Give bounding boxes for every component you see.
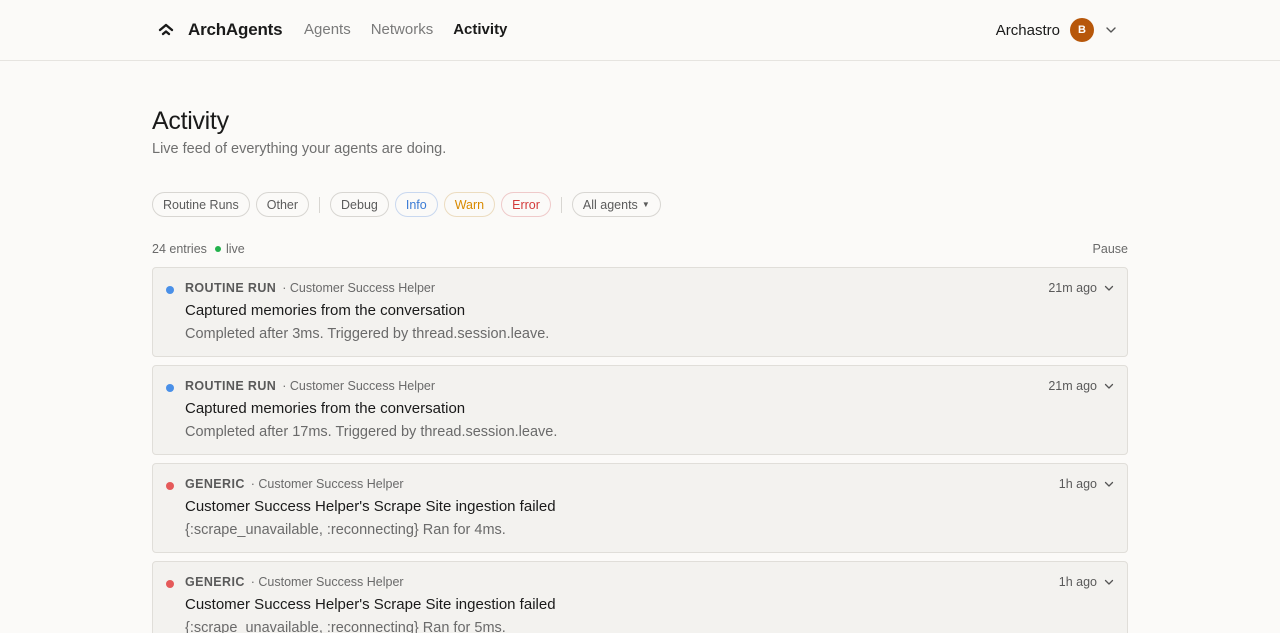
filter-info[interactable]: Info xyxy=(394,192,438,217)
entry-time: 21m ago xyxy=(1048,379,1097,393)
filter-divider xyxy=(319,196,321,213)
chevron-down-icon[interactable] xyxy=(1103,380,1115,392)
entry-title: Customer Success Helper's Scrape Site in… xyxy=(185,498,556,515)
caret-down-icon: ▼ xyxy=(641,200,650,209)
entry-source: · Customer Success Helper xyxy=(250,575,404,589)
entry-kind: ROUTINE RUN xyxy=(185,281,277,295)
activity-entry[interactable]: ROUTINE RUN · Customer Success Helper 21m… xyxy=(152,365,1128,455)
entry-kind-line: ROUTINE RUN · Customer Success Helper xyxy=(185,379,435,393)
entry-kind: GENERIC xyxy=(185,477,245,491)
user-name[interactable]: Archastro xyxy=(996,22,1060,39)
filter-warn[interactable]: Warn xyxy=(443,192,496,217)
live-label: live xyxy=(226,242,245,256)
page-subtitle: Live feed of everything your agents are … xyxy=(152,141,447,157)
entry-kind-line: GENERIC · Customer Success Helper xyxy=(185,477,404,491)
brand-name[interactable]: ArchAgents xyxy=(188,20,283,40)
filter-bar: Routine Runs Other Debug Info Warn Error… xyxy=(152,192,661,217)
status-dot-icon xyxy=(166,286,174,294)
entry-title: Captured memories from the conversation xyxy=(185,302,466,319)
entry-title: Captured memories from the conversation xyxy=(185,400,466,417)
activity-feed: ROUTINE RUN · Customer Success Helper 21m… xyxy=(152,267,1128,633)
status-dot-icon xyxy=(166,580,174,588)
chevron-down-icon[interactable] xyxy=(1103,576,1115,588)
chevron-down-icon[interactable] xyxy=(1103,478,1115,490)
entry-time: 1h ago xyxy=(1058,575,1097,589)
agents-select-label: All agents xyxy=(582,197,638,212)
activity-entry[interactable]: ROUTINE RUN · Customer Success Helper 21m… xyxy=(152,267,1128,357)
nav-networks[interactable]: Networks xyxy=(371,21,434,38)
entry-detail: Completed after 3ms. Triggered by thread… xyxy=(185,326,550,342)
entry-source: · Customer Success Helper xyxy=(250,477,404,491)
entry-kind: GENERIC xyxy=(185,575,245,589)
nav-activity[interactable]: Activity xyxy=(453,21,507,38)
entry-kind: ROUTINE RUN xyxy=(185,379,277,393)
main-nav: Agents Networks Activity xyxy=(304,21,507,38)
status-dot-icon xyxy=(166,384,174,392)
entry-kind-line: GENERIC · Customer Success Helper xyxy=(185,575,404,589)
filter-divider xyxy=(560,196,562,213)
pause-button[interactable]: Pause xyxy=(1093,242,1128,256)
chevron-down-icon[interactable] xyxy=(1104,23,1118,37)
entry-count: 24 entries xyxy=(152,242,207,256)
entry-kind-line: ROUTINE RUN · Customer Success Helper xyxy=(185,281,435,295)
top-nav-bar: ArchAgents Agents Networks Activity Arch… xyxy=(0,0,1280,61)
feed-meta: 24 entries live Pause xyxy=(152,242,1128,260)
entry-detail: {:scrape_unavailable, :reconnecting} Ran… xyxy=(185,620,506,633)
filter-error[interactable]: Error xyxy=(501,192,551,217)
archagents-logo-icon[interactable] xyxy=(158,22,174,38)
entry-detail: Completed after 17ms. Triggered by threa… xyxy=(185,424,558,440)
avatar[interactable]: B xyxy=(1070,18,1094,42)
user-menu[interactable]: Archastro B xyxy=(996,18,1118,42)
entry-detail: {:scrape_unavailable, :reconnecting} Ran… xyxy=(185,522,506,538)
entry-time: 21m ago xyxy=(1048,281,1097,295)
chevron-down-icon[interactable] xyxy=(1103,282,1115,294)
agents-select[interactable]: All agents ▼ xyxy=(571,192,661,217)
page-title: Activity xyxy=(152,107,229,135)
entry-title: Customer Success Helper's Scrape Site in… xyxy=(185,596,556,613)
filter-debug[interactable]: Debug xyxy=(330,192,389,217)
activity-entry[interactable]: GENERIC · Customer Success Helper 1h ago … xyxy=(152,561,1128,633)
activity-entry[interactable]: GENERIC · Customer Success Helper 1h ago … xyxy=(152,463,1128,553)
entry-source: · Customer Success Helper xyxy=(282,379,436,393)
live-indicator: live xyxy=(215,242,245,256)
nav-agents[interactable]: Agents xyxy=(304,21,351,38)
filter-routine-runs[interactable]: Routine Runs xyxy=(152,192,250,217)
entry-time: 1h ago xyxy=(1058,477,1097,491)
filter-other[interactable]: Other xyxy=(255,192,310,217)
entry-source: · Customer Success Helper xyxy=(282,281,436,295)
live-dot-icon xyxy=(215,246,221,252)
status-dot-icon xyxy=(166,482,174,490)
